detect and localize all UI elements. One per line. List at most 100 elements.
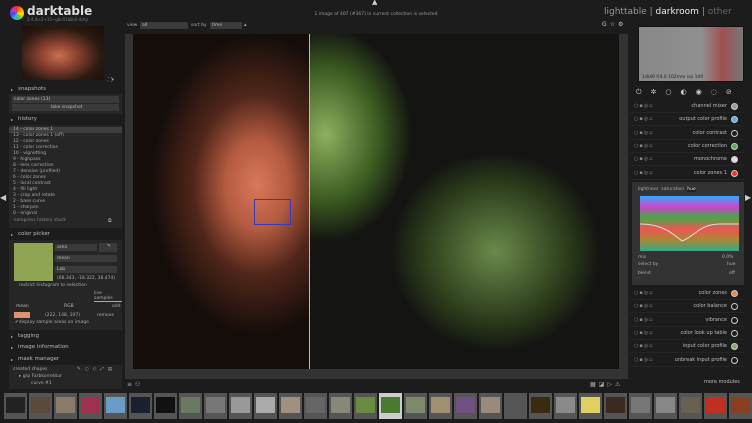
module-controls[interactable]: ○▪◎▫ <box>634 140 654 153</box>
filmstrip-thumbnail[interactable] <box>679 393 702 419</box>
filmstrip-thumbnail[interactable] <box>604 393 627 419</box>
module-controls[interactable]: ○▪◎▫ <box>634 127 654 140</box>
module-color-look-up-table[interactable]: ○▪◎▫ color look up table <box>630 327 745 340</box>
histogram[interactable]: 1/640 f/4.0 102mm iso 100 <box>638 26 744 82</box>
module-controls[interactable]: ○▪◎▫ <box>634 327 654 340</box>
filmstrip[interactable] <box>0 390 752 423</box>
filmstrip-thumbnail[interactable] <box>629 393 652 419</box>
tab-saturation[interactable]: saturation <box>661 187 684 192</box>
filmstrip-thumbnail[interactable] <box>729 393 752 419</box>
module-controls[interactable]: ○▪◎▫ <box>634 300 654 313</box>
module-controls[interactable]: ○▪◎▫ <box>634 287 654 300</box>
remove-sample-button[interactable]: remove <box>97 313 114 318</box>
filmstrip-thumbnail[interactable] <box>254 393 277 419</box>
module-controls[interactable]: ○▪◎▫ <box>634 314 654 327</box>
filmstrip-thumbnail[interactable] <box>654 393 677 419</box>
module-controls[interactable]: ○▪◎▫ <box>634 113 654 126</box>
filmstrip-thumbnail[interactable] <box>129 393 152 419</box>
module-unbreak-input-profile[interactable]: ○▪◎▫ unbreak input profile <box>630 354 745 367</box>
sort-order-button[interactable]: ▴ <box>244 22 247 28</box>
module-color-zones-1[interactable]: ○▪◎▫ color zones 1 <box>630 167 745 180</box>
tagging-header[interactable]: tagging <box>9 332 122 341</box>
filmstrip-thumbnail[interactable] <box>279 393 302 419</box>
collapse-top-arrow[interactable]: ▲ <box>372 0 377 6</box>
tab-hue[interactable]: hue <box>687 187 696 192</box>
filmstrip-thumbnail[interactable] <box>179 393 202 419</box>
view-darkroom[interactable]: darkroom <box>656 7 699 17</box>
filmstrip-thumbnail[interactable] <box>154 393 177 419</box>
image-preview[interactable] <box>133 34 619 369</box>
filmstrip-thumbnail[interactable] <box>529 393 552 419</box>
bottom-right-icons[interactable]: ▦◪▷⚠ <box>590 381 623 388</box>
blend-value[interactable]: off <box>729 271 735 276</box>
bottom-left-icons[interactable]: ≡⚇ <box>127 381 143 388</box>
compress-history-button[interactable]: compress history stack <box>14 218 66 223</box>
history-item[interactable]: 0 - original <box>9 211 122 217</box>
picker-mode-select[interactable]: area <box>55 244 97 251</box>
view-filter-select[interactable]: all <box>140 22 188 29</box>
collapse-left-arrow[interactable]: ◀ <box>0 193 6 202</box>
sample-stat-select[interactable]: mean <box>14 303 59 310</box>
top-right-icons[interactable]: G☆⚙ <box>602 21 626 28</box>
restrict-histogram-checkbox[interactable]: restrict histogram to selection <box>19 283 87 288</box>
filmstrip-thumbnail[interactable] <box>304 393 327 419</box>
filmstrip-thumbnail[interactable] <box>479 393 502 419</box>
filmstrip-thumbnail[interactable] <box>554 393 577 419</box>
module-color-correction[interactable]: ○▪◎▫ color correction <box>630 140 745 153</box>
color-picker-icon[interactable]: ✎ <box>99 243 117 252</box>
module-controls[interactable]: ○▪◎▫ <box>634 340 654 353</box>
more-modules-button[interactable]: more modules <box>704 379 740 385</box>
mask-curve-item[interactable]: curve #1 <box>31 381 52 386</box>
mask-manager-header[interactable]: mask manager <box>9 355 122 364</box>
picker-space-select[interactable]: Lab <box>55 266 117 273</box>
module-output-color-profile[interactable]: ○▪◎▫ output color profile <box>630 113 745 127</box>
shape-tools[interactable]: ✎○◇⤢▤ <box>77 366 116 372</box>
module-color-zones[interactable]: ○▪◎▫ color zones <box>630 287 745 300</box>
select-by-value[interactable]: hue <box>727 262 735 267</box>
module-vibrance[interactable]: ○▪◎▫ vibrance <box>630 314 745 327</box>
module-controls[interactable]: ○▪◎▫ <box>634 100 654 113</box>
view-lighttable[interactable]: lighttable <box>604 7 647 17</box>
view-other[interactable]: other <box>708 7 732 17</box>
filmstrip-thumbnail[interactable] <box>29 393 52 419</box>
module-channel-mixer[interactable]: ○▪◎▫ channel mixer <box>630 100 745 113</box>
color-zones-graph[interactable] <box>639 196 739 251</box>
split-line[interactable] <box>309 34 310 369</box>
color-picker-header[interactable]: color picker <box>9 230 122 239</box>
filmstrip-thumbnail[interactable] <box>504 393 527 419</box>
module-monochrome[interactable]: ○▪◎▫ monochrome <box>630 153 745 167</box>
module-controls[interactable]: ○▪◎▫ <box>634 354 654 367</box>
filmstrip-thumbnail[interactable] <box>354 393 377 419</box>
color-zones-curve[interactable] <box>639 196 739 251</box>
filmstrip-thumbnail[interactable] <box>454 393 477 419</box>
filmstrip-thumbnail[interactable] <box>204 393 227 419</box>
tab-lightness[interactable]: lightness <box>638 187 658 192</box>
picker-stat-select[interactable]: mean <box>55 255 117 262</box>
module-group-tabs[interactable]: ⏻✲○◐◉◌⊘ <box>636 88 741 97</box>
filmstrip-thumbnail[interactable] <box>704 393 727 419</box>
display-sample-areas-checkbox[interactable]: ✔display sample areas on image <box>15 320 89 325</box>
module-controls[interactable]: ○▪◎▫ <box>634 167 654 180</box>
filmstrip-thumbnail[interactable] <box>429 393 452 419</box>
module-controls[interactable]: ○▪◎▫ <box>634 153 654 166</box>
filmstrip-thumbnail[interactable] <box>79 393 102 419</box>
snapshots-header[interactable]: snapshots <box>9 85 122 94</box>
mask-group-item[interactable]: ▸ grp Farbkorrektur <box>19 374 62 379</box>
filmstrip-thumbnail[interactable] <box>329 393 352 419</box>
image-information-header[interactable]: image information <box>9 343 122 352</box>
module-color-contrast[interactable]: ○▪◎▫ color contrast <box>630 127 745 140</box>
snapshot-item[interactable]: color zones (13) <box>12 96 119 103</box>
module-input-color-profile[interactable]: ○▪◎▫ input color profile <box>630 340 745 354</box>
filmstrip-thumbnail[interactable] <box>54 393 77 419</box>
navigation-thumbnail[interactable] <box>22 26 104 80</box>
filmstrip-thumbnail[interactable] <box>4 393 27 419</box>
sort-select[interactable]: time <box>210 22 242 29</box>
compress-icon[interactable]: ⧉ <box>108 218 112 224</box>
take-snapshot-button[interactable]: take snapshot <box>12 104 119 111</box>
zoom-dropdown[interactable]: ⛶▾ <box>108 77 114 83</box>
history-header[interactable]: history <box>9 115 122 124</box>
module-color-balance[interactable]: ○▪◎▫ color balance <box>630 300 745 314</box>
filmstrip-thumbnail[interactable] <box>379 393 402 419</box>
color-picker-area[interactable] <box>254 199 291 225</box>
sample-space-select[interactable]: RGB <box>62 303 110 310</box>
